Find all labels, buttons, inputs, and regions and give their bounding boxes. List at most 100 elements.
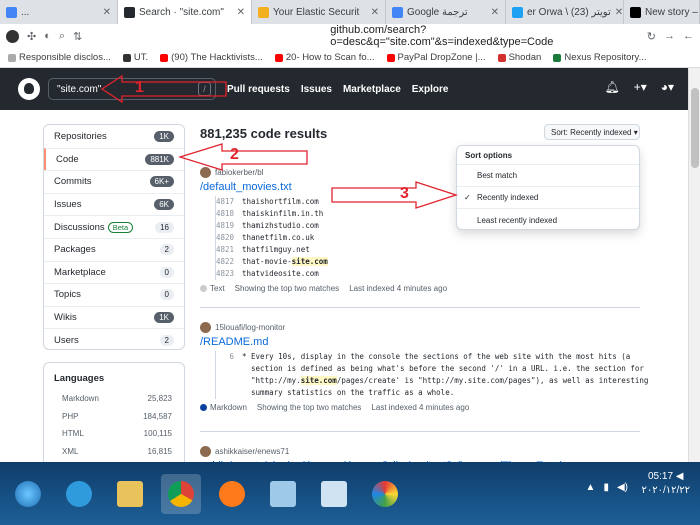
nav-issues[interactable]: Issues xyxy=(301,84,332,95)
tray-arrow-icon[interactable]: ▲ xyxy=(586,482,596,493)
language-filter-item[interactable]: Markdown 25,823 xyxy=(54,390,184,408)
bookmark-item[interactable]: PayPal DropZone |... xyxy=(386,52,486,63)
language-name: HTML xyxy=(62,429,84,439)
folder-icon[interactable] xyxy=(110,474,150,514)
firefox-icon[interactable] xyxy=(212,474,252,514)
start-button[interactable] xyxy=(8,474,48,514)
sort-option[interactable]: ✓ Recently indexed xyxy=(457,187,639,209)
language-filter-item[interactable]: HTML 100,115 xyxy=(54,425,184,443)
header-actions: 🔔︎ +▾ ◕▾ xyxy=(604,80,674,94)
page-scrollbar[interactable] xyxy=(688,68,700,462)
code-line: 4821 thatfilmguy.net xyxy=(216,244,640,256)
code-result: 15louafi/log-monitor/README.md 6 * Every 1… xyxy=(200,322,648,412)
close-tab-icon[interactable]: ✕ xyxy=(491,7,499,18)
user-avatar[interactable]: ◕▾ xyxy=(661,80,674,94)
browser-tab[interactable]: Search · "site.com" ✕ xyxy=(118,0,252,24)
notepad-icon[interactable] xyxy=(314,474,354,514)
browser-tab[interactable]: er Orwa \ تويتر (23) ✕ xyxy=(506,0,624,24)
browser-tab[interactable]: Your Elastic Securit ✕ xyxy=(252,0,386,24)
nav-marketplace[interactable]: Marketplace xyxy=(343,84,401,95)
sidebar-item-users[interactable]: Users 2 xyxy=(44,328,184,351)
app-icon[interactable] xyxy=(263,474,303,514)
result-repo[interactable]: ashikkaiser/enews71 xyxy=(200,446,640,457)
close-tab-icon[interactable]: ✕ xyxy=(615,7,623,18)
code-text: thaishortfilm.com xyxy=(242,196,319,208)
sidebar-item-repositories[interactable]: Repositories 1K xyxy=(44,125,184,148)
sidebar-item-label: Wikis xyxy=(54,312,77,324)
nav-explore[interactable]: Explore xyxy=(412,84,449,95)
forward-icon[interactable]: → xyxy=(664,30,675,42)
back-icon[interactable]: ← xyxy=(683,30,694,42)
bookmark-item[interactable]: Shodan xyxy=(497,52,541,63)
nav-pull-requests[interactable]: Pull requests xyxy=(227,84,290,95)
bookmark-item[interactable]: 20- How to Scan fo... xyxy=(274,52,375,63)
browser-tab[interactable]: ... ✕ xyxy=(0,0,118,24)
annotation-arrow-1 xyxy=(100,74,227,104)
bell-icon[interactable]: 🔔︎ xyxy=(604,80,619,94)
code-text: "http://my.site.com/pages/create' is "ht… xyxy=(242,375,648,387)
clock[interactable]: 05:17 ◀ ٢٠٢٠/١٢/٢٢ xyxy=(641,470,690,498)
network-icon[interactable]: ▮ xyxy=(603,482,609,493)
code-line: section is defined as being what's befor… xyxy=(216,363,644,375)
paint-icon[interactable] xyxy=(365,474,405,514)
code-text: thaiskinfilm.in.th xyxy=(242,208,323,220)
code-pre: thaiskinfilm.in.th xyxy=(242,209,324,218)
code-pre: * Every 10s, display in the console the … xyxy=(242,352,631,361)
url-bar[interactable]: github.com/search?o=desc&q="site.com"&s=… xyxy=(90,24,639,48)
count-badge: 16 xyxy=(155,221,174,233)
bookmark-item[interactable]: UT. xyxy=(122,52,148,63)
sidebar-item-commits[interactable]: Commits 6K+ xyxy=(44,170,184,193)
sort-option[interactable]: Best match xyxy=(457,165,639,187)
extensions-icon[interactable]: ✣ xyxy=(27,30,36,43)
translate-icon[interactable]: ⇅ xyxy=(73,30,82,43)
annotation-number-3: 3 xyxy=(400,185,409,202)
bookmark-item[interactable]: Nexus Repository... xyxy=(553,52,647,63)
volume-icon[interactable]: ◀) xyxy=(617,482,628,493)
sidebar-item-label-wrap: Commits xyxy=(54,176,91,187)
code-line: 4822 that-movie-site.com xyxy=(216,256,640,268)
language-filter-item[interactable]: XML 16,815 xyxy=(54,443,184,461)
code-pre: thatfilmguy.net xyxy=(242,245,310,254)
sidebar-item-label-wrap: Topics xyxy=(54,289,81,300)
tab-title: Search · "site.com" xyxy=(139,6,224,18)
sort-option[interactable]: Least recently indexed xyxy=(457,209,639,231)
tab-title: ... xyxy=(21,6,30,18)
count-badge: 1K xyxy=(154,312,174,324)
github-logo-icon[interactable] xyxy=(18,78,40,100)
scrollbar-thumb[interactable] xyxy=(691,88,699,168)
language-filter-item[interactable]: PHP 184,587 xyxy=(54,408,184,426)
lens-icon[interactable]: ⌕ xyxy=(59,30,65,43)
tab-title: Your Elastic Securit xyxy=(273,6,360,18)
plus-icon[interactable]: +▾ xyxy=(634,80,647,94)
code-pre: "http://my. xyxy=(242,376,301,385)
sidebar-item-packages[interactable]: Packages 2 xyxy=(44,237,184,261)
result-divider xyxy=(200,431,640,432)
sidebar-item-marketplace[interactable]: Marketplace 0 xyxy=(44,260,184,284)
ie-icon[interactable] xyxy=(59,474,99,514)
bookmark-label: Nexus Repository... xyxy=(564,52,647,63)
close-tab-icon[interactable]: ✕ xyxy=(103,7,111,18)
results-count: 881,235 code results xyxy=(200,126,328,141)
sidebar-item-label-wrap: Repositories xyxy=(54,131,107,142)
sidebar-item-label-wrap: Wikis xyxy=(54,312,77,323)
count-badge: 2 xyxy=(159,334,174,346)
result-file-link[interactable]: /README.md xyxy=(200,336,640,348)
sidebar-item-topics[interactable]: Topics 0 xyxy=(44,283,184,306)
reload-icon[interactable]: ↻ xyxy=(647,30,656,43)
bookmark-favicon-icon xyxy=(274,53,283,62)
sort-button[interactable]: Sort: Recently indexed ▾ xyxy=(544,124,640,140)
result-repo[interactable]: 15louafi/log-monitor xyxy=(200,322,640,333)
close-tab-icon[interactable]: ✕ xyxy=(237,7,245,18)
sidebar-item-discussions[interactable]: Discussions Beta 16 xyxy=(44,215,184,238)
sidebar-item-wikis[interactable]: Wikis 1K xyxy=(44,305,184,329)
bookmark-item[interactable]: (90) The Hacktivists... xyxy=(160,52,263,63)
browser-tab[interactable]: Google ترجمة ✕ xyxy=(386,0,506,24)
close-tab-icon[interactable]: ✕ xyxy=(371,7,379,18)
browser-tab[interactable]: New story – Mediu✕ xyxy=(624,0,700,24)
profile-avatar[interactable] xyxy=(6,29,19,43)
extension-icon[interactable]: ◐ xyxy=(44,30,51,42)
chrome-icon[interactable] xyxy=(161,473,201,514)
sidebar-item-issues[interactable]: Issues 6K xyxy=(44,192,184,216)
sidebar-item-code[interactable]: Code 881K xyxy=(44,147,184,171)
bookmark-item[interactable]: Responsible disclos... xyxy=(8,52,111,63)
